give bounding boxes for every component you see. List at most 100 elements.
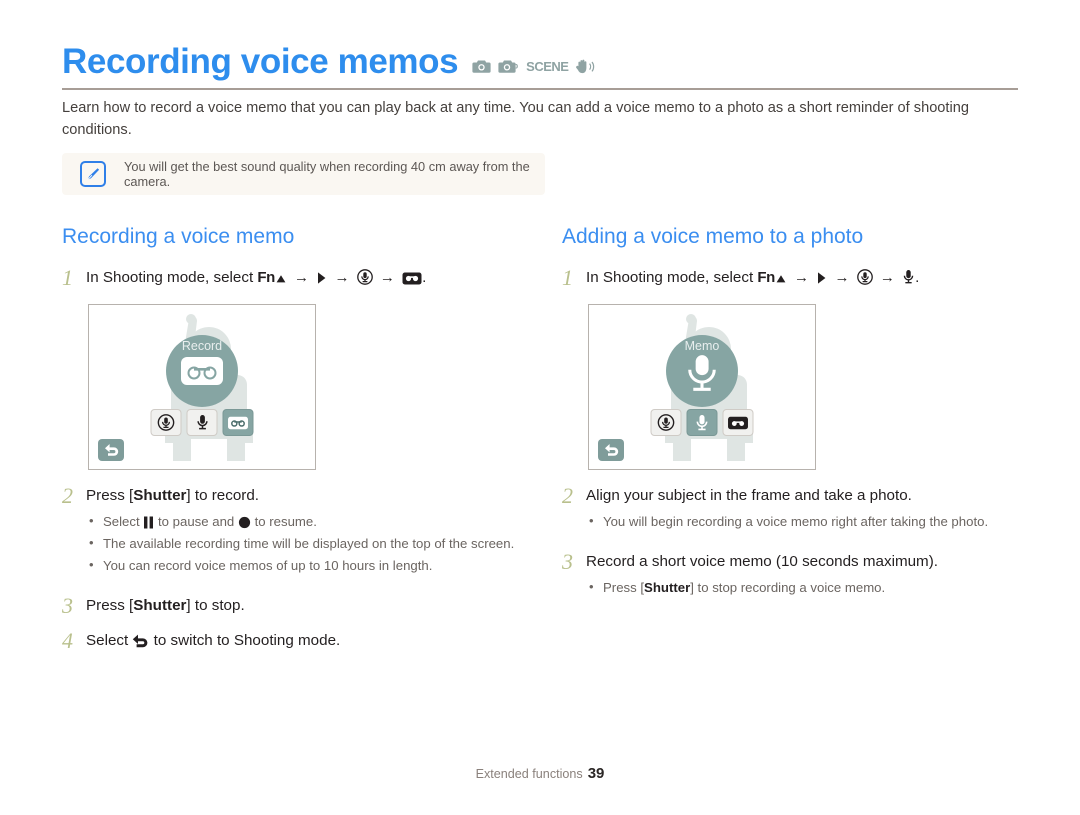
right-step-3: 3 Record a short voice memo (10 seconds … (562, 550, 1022, 599)
shutter-key-label: Shutter (644, 580, 691, 595)
step-text: Align your subject in the frame and take… (586, 487, 912, 504)
list-item: You can record voice memos of up to 10 h… (86, 554, 522, 576)
left-step-2: 2 Press [Shutter] to record. Select to p… (62, 484, 522, 577)
shutter-key-label: Shutter (133, 597, 187, 614)
list-item: The available recording time will be dis… (86, 532, 522, 554)
step-text: In Shooting mode, select Fn → → → . (586, 266, 1022, 290)
bullet-text-after: ] to stop recording a voice memo. (690, 580, 886, 595)
camera-screen-preview-memo: Memo (588, 304, 816, 470)
title-divider (62, 88, 1018, 90)
screen-mode-badge: Record (166, 335, 238, 407)
bullet-text-mid: to pause and (154, 514, 238, 529)
arrow-separator: → (293, 269, 309, 286)
step-number: 4 (62, 628, 73, 653)
step-text: Select to switch to Shooting mode. (86, 629, 522, 653)
left-step-1: 1 In Shooting mode, select Fn → → → . (62, 266, 522, 290)
chevron-right-icon (316, 271, 327, 285)
step-number: 3 (562, 549, 573, 574)
camera-screen-preview-record: Record (88, 304, 316, 470)
step-text-after: ] to record. (186, 487, 260, 504)
step-text-prefix: In Shooting mode, select (586, 269, 754, 286)
shutter-key-label: Shutter (133, 487, 187, 504)
left-step-3: 3 Press [Shutter] to stop. (62, 594, 522, 618)
right-column: Adding a voice memo to a photo 1 In Shoo… (562, 226, 1022, 603)
step-text: Align your subject in the frame and take… (586, 484, 1022, 533)
arrow-separator: → (793, 269, 809, 286)
voice-memo-tape-icon (402, 272, 422, 285)
scene-icon: SCENE (526, 59, 569, 74)
right-section-heading: Adding a voice memo to a photo (562, 225, 864, 248)
screen-option-voice-memo-selected[interactable] (222, 409, 254, 436)
right-step-3-bullets: Press [Shutter] to stop recording a voic… (586, 576, 1022, 598)
step-text-before: Select (86, 632, 133, 649)
step-text: Record a short voice memo (10 seconds ma… (586, 553, 938, 570)
list-item: Select to pause and to resume. (86, 510, 522, 532)
screen-back-button[interactable] (98, 439, 124, 461)
svg-text:p: p (513, 62, 518, 71)
page-title: Recording voice memos (62, 42, 459, 81)
screen-option-row (650, 409, 754, 436)
right-step-2-bullets: You will begin recording a voice memo ri… (586, 510, 1022, 532)
mode-icon-group: p SCENE (472, 59, 595, 79)
voice-memo-tape-icon (180, 356, 224, 391)
step-text: In Shooting mode, select Fn → → → . (86, 266, 522, 290)
screen-option-microphone[interactable] (186, 409, 218, 436)
camera-auto-icon (472, 59, 491, 74)
arrow-separator: → (834, 269, 850, 286)
right-step-2: 2 Align your subject in the frame and ta… (562, 484, 1022, 533)
arrow-separator: → (379, 269, 395, 286)
note-text: You will get the best sound quality when… (124, 159, 530, 189)
camera-program-icon: p (498, 59, 519, 74)
step-text: Press [Shutter] to stop. (86, 594, 522, 618)
step-text-suffix: . (422, 269, 427, 286)
screen-mode-badge: Memo (666, 335, 738, 407)
step-text-after: ] to stop. (186, 597, 245, 614)
step-number: 3 (62, 593, 73, 618)
intro-paragraph: Learn how to record a voice memo that yo… (62, 100, 969, 138)
page-number: 39 (587, 765, 605, 782)
bullet-text-before: Press [ (603, 580, 645, 595)
screen-option-voice-recognition[interactable] (150, 409, 182, 436)
screen-mode-label: Memo (684, 339, 720, 353)
left-section-heading: Recording a voice memo (62, 225, 295, 248)
bullet-text-before: Select (103, 514, 144, 529)
back-arrow-icon (132, 634, 149, 648)
up-arrow-icon (775, 273, 787, 285)
step-text: Record a short voice memo (10 seconds ma… (586, 550, 1022, 599)
manual-page: Recording voice memos p SCENE Learn how … (0, 0, 1080, 815)
screen-option-row (150, 409, 254, 436)
screen-option-voice-memo[interactable] (722, 409, 754, 436)
record-dot-icon (238, 516, 251, 529)
step-text-after: to switch to Shooting mode. (149, 632, 341, 649)
note-pen-icon (80, 161, 106, 187)
footer-section-label: Extended functions (475, 767, 583, 781)
voice-recognition-icon (356, 269, 373, 285)
screen-option-voice-recognition[interactable] (650, 409, 682, 436)
right-step-1: 1 In Shooting mode, select Fn → → → . (562, 266, 1022, 290)
step-text: Press [Shutter] to record. Select to pau… (86, 484, 522, 577)
step-text-before: Press [ (86, 487, 134, 504)
step-number: 2 (62, 483, 73, 508)
fn-label: Fn (757, 269, 775, 286)
page-footer: Extended functions 39 (0, 765, 1080, 782)
screen-option-microphone-selected[interactable] (686, 409, 718, 436)
arrow-separator: → (334, 269, 350, 286)
bullet-text-after: to resume. (250, 514, 317, 529)
page-title-row: Recording voice memos p SCENE (62, 44, 1018, 79)
list-item: Press [Shutter] to stop recording a voic… (586, 576, 1022, 598)
arrow-separator: → (879, 269, 895, 286)
screen-back-button[interactable] (598, 439, 624, 461)
left-step-4: 4 Select to switch to Shooting mode. (62, 629, 522, 653)
screen-mode-label: Record (181, 339, 223, 353)
step-text-suffix: . (915, 269, 920, 286)
left-column: Recording a voice memo 1 In Shooting mod… (62, 226, 522, 657)
voice-recognition-icon (856, 269, 873, 285)
fn-label: Fn (257, 269, 275, 286)
microphone-icon (902, 269, 915, 285)
step-number: 1 (62, 265, 73, 290)
chevron-right-icon (816, 271, 827, 285)
note-box: You will get the best sound quality when… (62, 153, 545, 195)
pause-icon (143, 516, 154, 529)
microphone-icon (684, 354, 720, 399)
step-text-prefix: In Shooting mode, select (86, 269, 254, 286)
